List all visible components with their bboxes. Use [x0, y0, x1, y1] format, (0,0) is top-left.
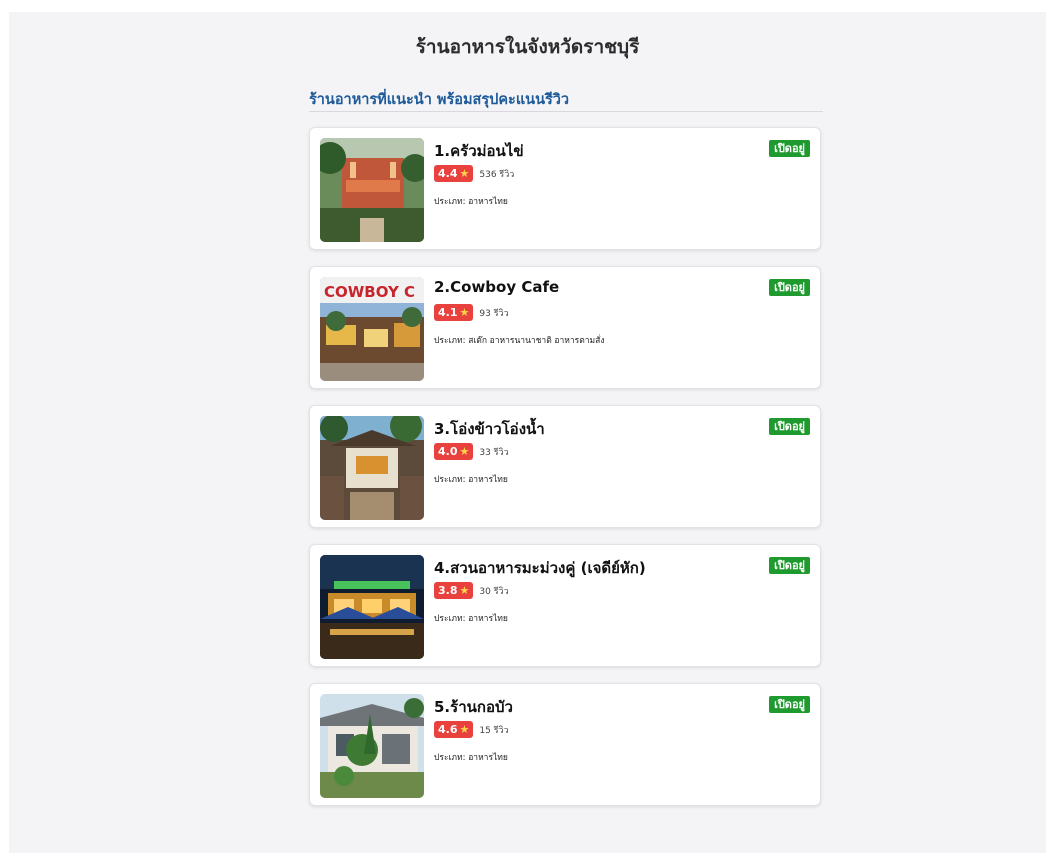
restaurant-category: ประเภท: อาหารไทย: [434, 197, 508, 207]
review-count: 33 รีวิว: [479, 447, 509, 458]
star-icon: ★: [459, 306, 470, 319]
rating-badge: 4.0 ★: [434, 443, 474, 460]
rating-value: 4.4: [438, 167, 458, 180]
rating-badge: 3.8 ★: [434, 582, 474, 599]
review-count: 15 รีวิว: [479, 725, 509, 736]
rating-value: 4.6: [438, 723, 458, 736]
restaurant-photo[interactable]: COWBOY C: [320, 277, 424, 381]
status-badge: เปิดอยู่: [769, 557, 810, 574]
star-icon: ★: [459, 584, 470, 597]
rating-badge: 4.4 ★: [434, 165, 474, 182]
rating-value: 4.1: [438, 306, 458, 319]
restaurant-category: ประเภท: อาหารไทย: [434, 753, 508, 763]
restaurant-photo[interactable]: [320, 416, 424, 520]
rating-value: 4.0: [438, 445, 458, 458]
page-title: ร้านอาหารในจังหวัดราชบุรี: [415, 36, 640, 58]
restaurant-name[interactable]: 2.Cowboy Cafe: [434, 278, 559, 296]
restaurant-category: ประเภท: สเต๊ก อาหารนานาชาติ อาหารตามสั่ง: [434, 336, 605, 346]
restaurant-card[interactable]: 1.ครัวม่อนไข่ 4.4 ★ 536 รีวิว ประเภท: อา…: [309, 127, 821, 250]
review-count: 536 รีวิว: [479, 169, 515, 180]
restaurant-card[interactable]: COWBOY C 2.Cowboy Cafe 4.1 ★ 93 รีวิว ปร…: [309, 266, 821, 389]
restaurant-card[interactable]: 3.โอ่งข้าวโอ่งน้ำ 4.0 ★ 33 รีวิว ประเภท:…: [309, 405, 821, 528]
review-count: 93 รีวิว: [479, 308, 509, 319]
rating-badge: 4.6 ★: [434, 721, 474, 738]
star-icon: ★: [459, 167, 470, 180]
status-badge: เปิดอยู่: [769, 140, 810, 157]
restaurant-photo[interactable]: [320, 138, 424, 242]
page-container: ร้านอาหารในจังหวัดราชบุรี ร้านอาหารที่แน…: [9, 12, 1046, 853]
status-badge: เปิดอยู่: [769, 696, 810, 713]
restaurant-category: ประเภท: อาหารไทย: [434, 614, 508, 624]
status-badge: เปิดอยู่: [769, 418, 810, 435]
restaurant-card[interactable]: 4.สวนอาหารมะม่วงคู่ (เจดีย์หัก) 3.8 ★ 30…: [309, 544, 821, 667]
restaurant-name[interactable]: 3.โอ่งข้าวโอ่งน้ำ: [434, 417, 545, 441]
status-badge: เปิดอยู่: [769, 279, 810, 296]
rating-row: 4.0 ★ 33 รีวิว: [434, 443, 509, 460]
rating-value: 3.8: [438, 584, 458, 597]
rating-row: 4.1 ★ 93 รีวิว: [434, 304, 509, 321]
svg-text:COWBOY C: COWBOY C: [324, 283, 415, 301]
restaurant-name[interactable]: 4.สวนอาหารมะม่วงคู่ (เจดีย์หัก): [434, 556, 646, 580]
rating-badge: 4.1 ★: [434, 304, 474, 321]
rating-row: 4.4 ★ 536 รีวิว: [434, 165, 514, 182]
rating-row: 4.6 ★ 15 รีวิว: [434, 721, 509, 738]
restaurant-photo[interactable]: [320, 555, 424, 659]
divider: [309, 111, 823, 112]
section-subtitle: ร้านอาหารที่แนะนำ พร้อมสรุปคะแนนรีวิว: [309, 92, 570, 108]
restaurant-category: ประเภท: อาหารไทย: [434, 475, 508, 485]
review-count: 30 รีวิว: [479, 586, 509, 597]
restaurant-name[interactable]: 1.ครัวม่อนไข่: [434, 139, 524, 163]
restaurant-name[interactable]: 5.ร้านกอบัว: [434, 695, 513, 719]
restaurant-photo[interactable]: [320, 694, 424, 798]
restaurant-list: 1.ครัวม่อนไข่ 4.4 ★ 536 รีวิว ประเภท: อา…: [309, 127, 823, 822]
restaurant-card[interactable]: 5.ร้านกอบัว 4.6 ★ 15 รีวิว ประเภท: อาหาร…: [309, 683, 821, 806]
star-icon: ★: [459, 445, 470, 458]
star-icon: ★: [459, 723, 470, 736]
rating-row: 3.8 ★ 30 รีวิว: [434, 582, 509, 599]
